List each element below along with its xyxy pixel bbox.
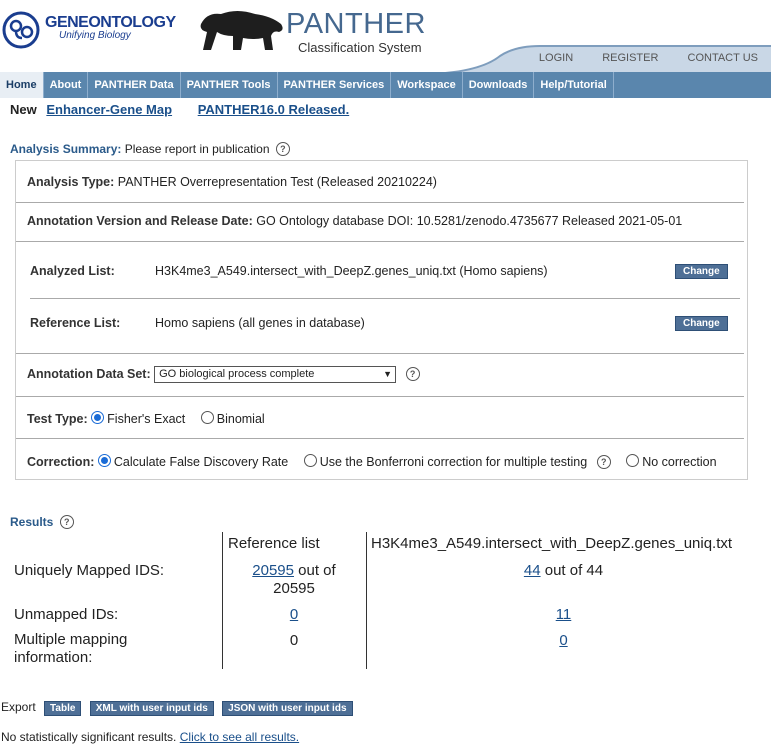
analysis-type-row: Analysis Type: PANTHER Overrepresentatio… xyxy=(27,175,437,189)
change-reference-list-button[interactable]: Change xyxy=(675,316,728,331)
results-title: Results ? xyxy=(10,515,74,529)
export-json-button[interactable]: JSON with user input ids xyxy=(222,701,353,716)
fishers-exact-radio[interactable] xyxy=(91,411,105,424)
help-icon[interactable]: ? xyxy=(596,455,611,469)
correction-row: Correction: Calculate False Discovery Ra… xyxy=(27,454,717,469)
enhancer-gene-map-link[interactable]: Enhancer-Gene Map xyxy=(46,102,172,117)
export-label: Export xyxy=(1,700,36,714)
divider xyxy=(16,438,744,439)
analyzed-mapped-link[interactable]: 44 xyxy=(524,562,541,579)
nav-panther-data[interactable]: PANTHER Data xyxy=(88,72,181,98)
analyzed-list-value: H3K4me3_A549.intersect_with_DeepZ.genes_… xyxy=(155,264,548,278)
analyzed-list-header: H3K4me3_A549.intersect_with_DeepZ.genes_… xyxy=(371,535,733,552)
reference-list-header: Reference list xyxy=(228,535,320,552)
export-bar: Export Table XML with user input ids JSO… xyxy=(1,700,353,716)
news-label: New xyxy=(10,102,37,117)
chevron-down-icon: ▼ xyxy=(383,369,393,379)
top-links: LOGIN REGISTER CONTACT US xyxy=(513,52,758,64)
nav-workspace[interactable]: Workspace xyxy=(391,72,463,98)
annotation-dataset-row: Annotation Data Set: GO biological proce… xyxy=(27,366,420,383)
multiple-mapping-analyzed: 0 xyxy=(366,632,761,649)
export-table-button[interactable]: Table xyxy=(44,701,82,716)
help-icon[interactable]: ? xyxy=(405,366,420,381)
analyzed-list-row: Analyzed List: xyxy=(30,264,115,278)
reference-unmapped-link[interactable]: 0 xyxy=(290,606,298,623)
nav-about[interactable]: About xyxy=(44,72,89,98)
analysis-summary-title: Analysis Summary: Please report in publi… xyxy=(10,142,290,156)
reference-list-value: Homo sapiens (all genes in database) xyxy=(155,316,365,330)
divider xyxy=(30,298,740,299)
analysis-summary-box: Analysis Type: PANTHER Overrepresentatio… xyxy=(15,160,748,480)
analyzed-unmapped-link[interactable]: 11 xyxy=(556,606,572,623)
divider xyxy=(16,241,744,242)
export-xml-button[interactable]: XML with user input ids xyxy=(89,701,214,716)
uniquely-mapped-reference: 20595 out of 20595 xyxy=(252,562,336,597)
annotation-version-row: Annotation Version and Release Date: GO … xyxy=(27,214,683,228)
test-type-row: Test Type: Fisher's Exact Binomial xyxy=(27,411,265,426)
reference-mapped-link[interactable]: 20595 xyxy=(252,562,294,579)
nav-home[interactable]: Home xyxy=(0,72,44,98)
bonferroni-radio[interactable] xyxy=(303,454,317,467)
site-header: GENEONTOLOGY Unifying Biology PANTHER Cl… xyxy=(0,0,771,74)
contact-us-link[interactable]: CONTACT US xyxy=(688,52,759,64)
analyzed-multiple-mapping-link[interactable]: 0 xyxy=(559,632,567,649)
nav-panther-services[interactable]: PANTHER Services xyxy=(278,72,392,98)
panther-title: PANTHER xyxy=(286,8,426,40)
unmapped-ids-reference: 0 xyxy=(222,606,366,623)
fdr-radio[interactable] xyxy=(97,454,111,467)
reference-list-row: Reference List: xyxy=(30,316,121,330)
no-significant-results: No statistically significant results. Cl… xyxy=(1,730,300,744)
news-bar: New Enhancer-Gene Map PANTHER16.0 Releas… xyxy=(10,102,349,117)
nav-help-tutorial[interactable]: Help/Tutorial xyxy=(534,72,614,98)
uniquely-mapped-label: Uniquely Mapped IDS: xyxy=(14,562,165,579)
unmapped-ids-label: Unmapped IDs: xyxy=(14,606,119,623)
see-all-results-link[interactable]: Click to see all results. xyxy=(180,730,299,744)
binomial-radio[interactable] xyxy=(200,411,214,424)
multiple-mapping-reference: 0 xyxy=(289,632,299,649)
register-link[interactable]: REGISTER xyxy=(602,52,658,64)
main-nav: Home About PANTHER Data PANTHER Tools PA… xyxy=(0,72,771,98)
divider xyxy=(16,396,744,397)
no-correction-radio[interactable] xyxy=(626,454,640,467)
panther16-released-link[interactable]: PANTHER16.0 Released. xyxy=(198,102,350,117)
divider xyxy=(16,353,744,354)
change-analyzed-list-button[interactable]: Change xyxy=(675,264,728,279)
help-icon[interactable]: ? xyxy=(275,142,290,156)
multiple-mapping-label: Multiple mapping information: xyxy=(14,631,128,666)
nav-panther-tools[interactable]: PANTHER Tools xyxy=(181,72,278,98)
annotation-dataset-select[interactable]: GO biological process complete ▼ xyxy=(154,366,397,383)
help-icon[interactable]: ? xyxy=(59,515,74,529)
login-link[interactable]: LOGIN xyxy=(539,52,573,64)
uniquely-mapped-analyzed: 44 out of 44 xyxy=(523,562,604,579)
unmapped-ids-analyzed: 11 xyxy=(366,606,761,623)
nav-downloads[interactable]: Downloads xyxy=(463,72,535,98)
divider xyxy=(16,202,744,203)
